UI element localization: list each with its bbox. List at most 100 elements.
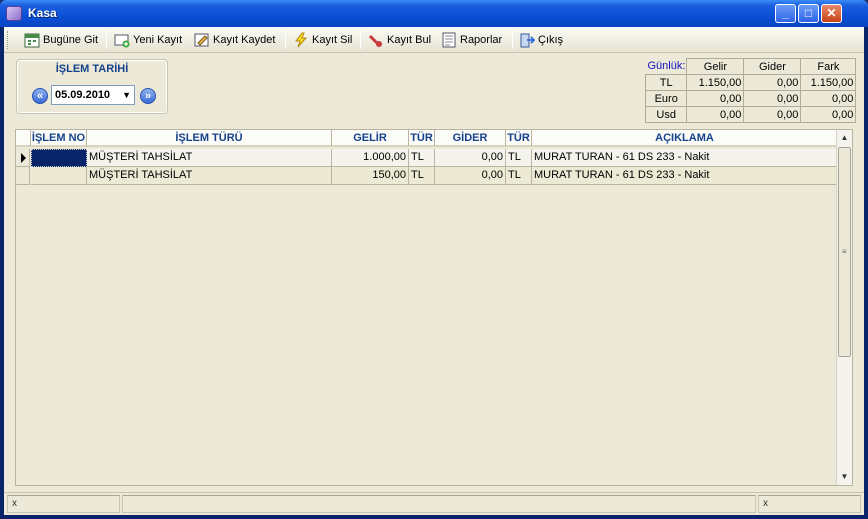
raporlar-button[interactable]: Raporlar [441,30,502,50]
cikis-label: Çıkış [538,34,564,46]
summary-row-euro: Euro 0,00 0,00 0,00 [644,90,857,107]
bugune-git-label: Bugüne Git [43,34,99,46]
exit-door-icon [519,32,536,48]
summary-header-gelir: Gelir [686,58,745,75]
status-panel-left: x [7,495,120,513]
yeni-kayit-button[interactable]: Yeni Kayıt [114,30,182,50]
toolbar-separator [512,31,513,49]
summary-gider: 0,00 [743,106,802,123]
cell-islem-no[interactable] [31,167,87,185]
column-islem-turu[interactable]: İŞLEM TÜRÜ [87,130,332,147]
summary-row-tl: TL 1.150,00 0,00 1.150,00 [644,74,857,91]
cikis-button[interactable]: Çıkış [519,30,563,50]
row-indicator-arrow-icon[interactable] [16,149,30,167]
find-icon [368,32,384,48]
scroll-down-arrow-icon[interactable]: ▼ [837,469,852,485]
cell-islem-turu[interactable]: MÜŞTERİ TAHSİLAT [87,149,332,167]
column-tur-gider[interactable]: TÜR [506,130,532,147]
report-icon [441,32,457,48]
cell-aciklama[interactable]: MURAT TURAN - 61 DS 233 - Nakit [532,167,838,185]
yeni-kayit-label: Yeni Kayıt [133,34,183,46]
kayit-kaydet-button[interactable]: Kayıt Kaydet [194,30,275,50]
kayit-bul-button[interactable]: Kayıt Bul [368,30,431,50]
summary-currency: Usd [644,106,688,123]
dropdown-arrow-icon[interactable]: ▼ [122,90,131,100]
double-chevron-right-icon: » [144,90,152,102]
daily-label: Günlük: [645,58,687,75]
summary-row-usd: Usd 0,00 0,00 0,00 [644,106,857,123]
column-gider[interactable]: GİDER [435,130,506,147]
grip-lines-icon: ≡ [842,247,847,256]
status-panel-right: x [758,495,861,513]
date-panel-title: İŞLEM TARİHİ [55,63,129,75]
summary-gider: 0,00 [743,74,802,91]
summary-currency: Euro [644,90,688,107]
summary-gelir: 0,00 [686,90,745,107]
row-indicator[interactable] [16,167,30,185]
column-tur-gelir[interactable]: TÜR [409,130,435,147]
cell-tur-gelir[interactable]: TL [409,149,435,167]
save-icon [194,32,210,48]
next-day-button[interactable]: » [140,88,156,104]
summary-header-gider: Gider [743,58,802,75]
close-icon: ✕ [826,6,837,20]
grid-header: İŞLEM NO İŞLEM TÜRÜ GELİR TÜR GİDER TÜR … [16,130,838,147]
transactions-grid[interactable]: İŞLEM NO İŞLEM TÜRÜ GELİR TÜR GİDER TÜR … [15,129,853,486]
lightning-icon [293,32,309,48]
summary-fark: 1.150,00 [800,74,857,91]
minimize-button[interactable]: _ [775,4,796,23]
column-aciklama[interactable]: AÇIKLAMA [532,130,838,147]
minimize-icon: _ [782,6,789,20]
toolbar: Bugüne Git Yeni Kayıt Kayıt Kaydet Kayıt… [4,27,864,53]
toolbar-grip[interactable] [7,31,10,49]
summary-currency: TL [644,74,688,91]
title-bar[interactable]: Kasa _ □ ✕ [0,0,868,27]
kayit-sil-label: Kayıt Sil [312,34,353,46]
scroll-up-arrow-icon[interactable]: ▲ [837,130,852,146]
maximize-icon: □ [804,6,813,20]
status-panel-middle [122,495,756,513]
summary-gider: 0,00 [743,90,802,107]
cell-tur-gider[interactable]: TL [506,149,532,167]
cell-islem-turu[interactable]: MÜŞTERİ TAHSİLAT [87,167,332,185]
previous-day-button[interactable]: « [32,88,48,104]
column-gelir[interactable]: GELİR [332,130,409,147]
summary-gelir: 1.150,00 [686,74,745,91]
date-panel: İŞLEM TARİHİ « 05.09.2010 ▼ » [16,59,168,114]
table-row[interactable]: MÜŞTERİ TAHSİLAT 150,00 TL 0,00 TL MURAT… [16,167,838,185]
bugune-git-button[interactable]: Bugüne Git [24,30,98,50]
close-button[interactable]: ✕ [821,4,842,23]
cell-islem-no[interactable] [31,149,87,167]
toolbar-separator [285,31,286,49]
cell-gider[interactable]: 0,00 [435,149,506,167]
cell-gelir[interactable]: 150,00 [332,167,409,185]
double-chevron-left-icon: « [36,90,44,102]
vertical-scrollbar[interactable]: ▲ ≡ ▼ [836,130,852,485]
cell-tur-gelir[interactable]: TL [409,167,435,185]
scroll-thumb[interactable]: ≡ [838,147,851,357]
summary-fark: 0,00 [800,90,857,107]
toolbar-separator [106,31,107,49]
calendar-icon [24,32,40,48]
kayit-sil-button[interactable]: Kayıt Sil [293,30,352,50]
daily-summary-table: Günlük: Gelir Gider Fark TL 1.150,00 0,0… [644,58,857,123]
toolbar-separator [360,31,361,49]
cell-tur-gider[interactable]: TL [506,167,532,185]
kasa-window: Kasa _ □ ✕ Bugüne Git Yeni Kayıt Kayıt K [0,0,868,519]
cell-gider[interactable]: 0,00 [435,167,506,185]
date-picker[interactable]: 05.09.2010 ▼ [51,85,135,105]
app-icon [6,6,22,21]
summary-gelir: 0,00 [686,106,745,123]
date-value: 05.09.2010 [55,89,111,101]
client-area: Bugüne Git Yeni Kayıt Kayıt Kaydet Kayıt… [4,27,864,515]
table-row[interactable]: MÜŞTERİ TAHSİLAT 1.000,00 TL 0,00 TL MUR… [16,149,838,167]
cell-gelir[interactable]: 1.000,00 [332,149,409,167]
cell-aciklama[interactable]: MURAT TURAN - 61 DS 233 - Nakit [532,149,838,167]
grid-corner [16,130,31,147]
maximize-button[interactable]: □ [798,4,819,23]
kayit-bul-label: Kayıt Bul [387,34,432,46]
summary-fark: 0,00 [800,106,857,123]
kayit-kaydet-label: Kayıt Kaydet [213,34,276,46]
column-islem-no[interactable]: İŞLEM NO [31,130,87,147]
new-record-icon [114,32,130,48]
